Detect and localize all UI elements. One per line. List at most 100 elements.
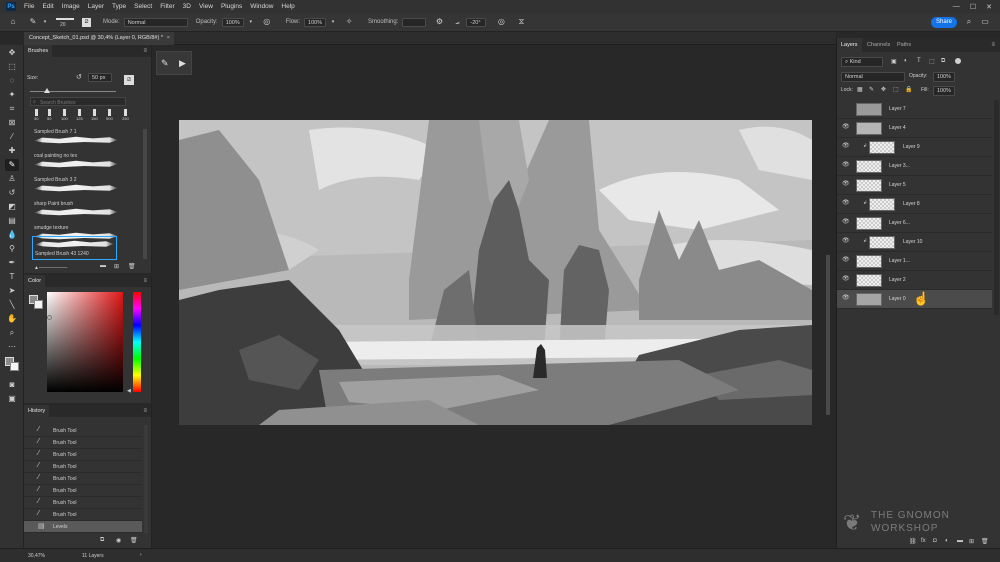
- panel-menu-icon[interactable]: ≡: [143, 275, 147, 287]
- folder-icon[interactable]: ▬: [100, 263, 106, 269]
- history-item[interactable]: ⁄ Brush Tool: [24, 485, 142, 497]
- home-icon[interactable]: ⌂: [8, 17, 18, 27]
- tab-brushes[interactable]: Brushes: [24, 45, 53, 57]
- layer-row-selected[interactable]: 👁 Layer 0 ☝: [837, 290, 992, 309]
- dodge-tool-icon[interactable]: ⚲: [5, 243, 19, 255]
- preset-0[interactable]: 30: [34, 109, 38, 121]
- tab-color[interactable]: Color: [24, 275, 46, 287]
- eye-icon[interactable]: 👁: [842, 124, 850, 130]
- menu-type[interactable]: Type: [108, 3, 130, 10]
- share-button[interactable]: Share: [931, 17, 957, 28]
- preset-3[interactable]: 125: [76, 109, 83, 121]
- size-slider-handle[interactable]: [44, 88, 50, 93]
- filter-adjustment-icon[interactable]: ◐: [904, 58, 908, 64]
- preset-5[interactable]: 500: [106, 109, 113, 121]
- preview-size-slider[interactable]: ▲────────: [34, 265, 67, 271]
- eye-icon[interactable]: 👁: [842, 257, 850, 263]
- eye-icon[interactable]: 👁: [842, 143, 850, 149]
- preset-1[interactable]: 50: [47, 109, 51, 121]
- layer-row[interactable]: 👁 Layer 2: [837, 271, 992, 290]
- search-icon[interactable]: ⌕: [964, 17, 974, 27]
- preset-6[interactable]: 250: [122, 109, 129, 121]
- tab-history[interactable]: History: [24, 405, 50, 417]
- filter-shape-icon[interactable]: ⬚: [929, 58, 935, 65]
- brush-item[interactable]: Sampled Brush 7 1: [34, 129, 118, 144]
- trash-icon[interactable]: 🗑: [981, 538, 989, 545]
- brush-tool-icon[interactable]: ✎: [5, 159, 19, 171]
- size-slider-track[interactable]: [30, 91, 116, 92]
- gradient-tool-icon[interactable]: ▤: [5, 215, 19, 227]
- menu-file[interactable]: File: [20, 3, 38, 10]
- bg-swatch[interactable]: [34, 300, 43, 309]
- layer-filter-select[interactable]: ⌕ Kind: [841, 57, 883, 67]
- brush-panel-toggle-icon[interactable]: ✎: [161, 58, 169, 69]
- chevron-down-icon[interactable]: ▾: [330, 17, 336, 27]
- flow-field[interactable]: 100%: [304, 17, 327, 27]
- move-tool-icon[interactable]: ✥: [5, 47, 19, 59]
- more-tools-icon[interactable]: ⋯: [5, 341, 19, 353]
- layer-row[interactable]: 👁 ↲ Layer 8: [837, 195, 992, 214]
- brush-item-selected[interactable]: Sampled Brush 43 1240: [32, 236, 117, 260]
- group-folder-icon[interactable]: ▬: [957, 538, 963, 544]
- maximize-icon[interactable]: ☐: [970, 3, 976, 11]
- eye-icon[interactable]: 👁: [842, 162, 850, 168]
- hue-slider[interactable]: [133, 292, 141, 392]
- history-item[interactable]: ⁄ Brush Tool: [24, 461, 142, 473]
- visibility-off-icon[interactable]: [842, 105, 849, 111]
- chevron-down-icon[interactable]: ▾: [248, 17, 254, 27]
- lock-position-icon[interactable]: ✥: [881, 86, 886, 93]
- eye-icon[interactable]: 👁: [842, 238, 850, 244]
- status-menu-icon[interactable]: ›: [140, 552, 142, 558]
- brush-tool-icon[interactable]: ✎: [28, 17, 38, 27]
- panel-menu-icon[interactable]: ≡: [991, 38, 995, 52]
- layer-opacity-field[interactable]: 100%: [933, 72, 955, 82]
- history-item[interactable]: ⁄ Brush Tool: [24, 437, 142, 449]
- history-brush-tool-icon[interactable]: ↺: [5, 187, 19, 199]
- preset-4[interactable]: 150: [91, 109, 98, 121]
- filter-pixel-icon[interactable]: ▣: [891, 58, 897, 65]
- menu-help[interactable]: Help: [277, 3, 298, 10]
- tab-layers[interactable]: Layers: [837, 38, 862, 52]
- angle-field[interactable]: -20°: [466, 17, 487, 27]
- zoom-readout[interactable]: 30,47%: [28, 553, 45, 559]
- quick-mask-icon[interactable]: ◙: [5, 379, 19, 391]
- history-item[interactable]: ⁄ Brush Tool: [24, 509, 142, 521]
- filter-toggle-icon[interactable]: [955, 58, 961, 64]
- menu-view[interactable]: View: [195, 3, 217, 10]
- history-item[interactable]: ⁄ Brush Tool: [24, 473, 142, 485]
- symmetry-icon[interactable]: ⧖: [516, 17, 526, 27]
- menu-edit[interactable]: Edit: [38, 3, 57, 10]
- brush-item[interactable]: Sampled Brush 3 2: [34, 177, 118, 192]
- new-brush-icon[interactable]: ⊞: [114, 263, 119, 270]
- size-field[interactable]: 50 px: [88, 73, 112, 82]
- smoothing-field[interactable]: [402, 17, 427, 27]
- workspace-icon[interactable]: ▭: [980, 17, 990, 27]
- layer-row[interactable]: 👁 Layer 5: [837, 176, 992, 195]
- eyedropper-tool-icon[interactable]: ⁄: [5, 131, 19, 143]
- layer-row[interactable]: 👁 ↲ Layer 10: [837, 233, 992, 252]
- reset-size-icon[interactable]: ↺: [76, 73, 82, 81]
- lock-image-icon[interactable]: ✎: [869, 86, 874, 93]
- clone-stamp-tool-icon[interactable]: ♙: [5, 173, 19, 185]
- document-tab[interactable]: Concept_Sketch_01.psd @ 30,4% (Layer 0, …: [24, 32, 174, 45]
- menu-layer[interactable]: Layer: [84, 3, 108, 10]
- history-item[interactable]: ⁄ Brush Tool: [24, 425, 142, 437]
- layer-row[interactable]: 👁 Layer 3...: [837, 157, 992, 176]
- crop-tool-icon[interactable]: ⌗: [5, 103, 19, 115]
- quick-select-tool-icon[interactable]: ✦: [5, 89, 19, 101]
- fill-field[interactable]: 100%: [933, 86, 955, 96]
- menu-select[interactable]: Select: [130, 3, 156, 10]
- eye-icon[interactable]: 👁: [842, 219, 850, 225]
- pressure-size-icon[interactable]: ◎: [496, 17, 506, 27]
- brush-preset-picker[interactable]: 20: [54, 15, 78, 29]
- fx-icon[interactable]: fx: [921, 538, 926, 544]
- vertical-scrollbar[interactable]: [826, 255, 830, 415]
- preset-2[interactable]: 100: [61, 109, 68, 121]
- panel-menu-icon[interactable]: ≡: [143, 405, 147, 417]
- brush-search-input[interactable]: ⌕ Search Brushes: [30, 97, 126, 106]
- zoom-tool-icon[interactable]: ⌕: [5, 327, 19, 339]
- link-layers-icon[interactable]: ⛓: [909, 538, 917, 545]
- menu-image[interactable]: Image: [58, 3, 84, 10]
- history-item-selected[interactable]: ▤ Levels: [24, 521, 142, 533]
- layer-row[interactable]: 👁 Layer 4: [837, 119, 992, 138]
